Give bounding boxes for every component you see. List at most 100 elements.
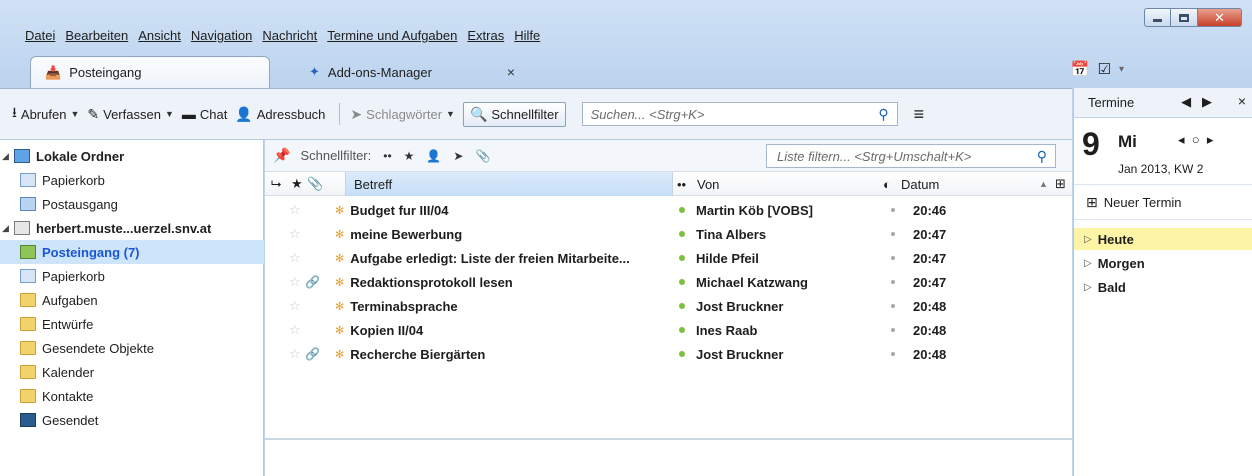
star-filter-icon[interactable]: ★ (404, 149, 415, 163)
junk-status-icon[interactable] (891, 352, 895, 356)
chevron-down-icon[interactable]: ▼ (165, 109, 174, 119)
unread-dot-icon[interactable] (679, 327, 685, 333)
read-column-icon[interactable]: •• (677, 172, 686, 196)
app-menu-icon[interactable]: ≡ (914, 104, 925, 125)
unread-dot-icon[interactable] (679, 279, 685, 285)
column-picker-icon[interactable]: ⊞ (1055, 172, 1066, 196)
table-row[interactable]: ☆ ✻ Aufgabe erledigt: Liste der freien Mit… (265, 246, 1072, 270)
tag-filter-icon[interactable]: ➤ (453, 149, 463, 163)
quick-filter-button[interactable]: 🔍 Schnellfilter (462, 101, 566, 127)
contact-filter-icon[interactable]: 👤 (426, 149, 441, 163)
star-icon[interactable]: ☆ (289, 198, 301, 222)
agenda-section-soon[interactable]: ▷ Bald (1074, 276, 1252, 298)
next-day-icon[interactable]: ▸ (1207, 132, 1214, 147)
address-book-button[interactable]: 👤 Adressbuch (235, 106, 325, 123)
previous-view-icon[interactable]: ◀ (1181, 94, 1191, 109)
table-row[interactable]: ☆ 🔗 ✻ Recherche Biergärten Jost Bruckner 20:4… (265, 342, 1072, 366)
star-icon[interactable]: ☆ (289, 342, 301, 366)
folder-item-tasks[interactable]: Aufgaben (0, 288, 264, 312)
today-icon[interactable]: ○ (1192, 132, 1200, 147)
close-icon[interactable]: × (1238, 93, 1246, 109)
search-icon[interactable]: ⚲ (878, 106, 888, 123)
junk-status-icon[interactable] (891, 256, 895, 260)
star-icon[interactable]: ☆ (289, 270, 301, 294)
chevron-down-icon[interactable]: ▾ (1119, 64, 1124, 78)
mail-account-icon (14, 221, 30, 235)
tags-button[interactable]: ➤ Schlagwörter ▼ (350, 106, 455, 123)
table-row[interactable]: ☆ 🔗 ✻ Redaktionsprotokoll lesen Michael Katz… (265, 270, 1072, 294)
folder-item-sent-items[interactable]: Gesendete Objekte (0, 336, 264, 360)
star-icon[interactable]: ☆ (289, 222, 301, 246)
unread-dot-icon[interactable] (679, 255, 685, 261)
menu-termine[interactable]: Termine und Aufgaben (322, 28, 462, 43)
date-column-header[interactable]: Datum (901, 172, 939, 196)
folder-item-outbox[interactable]: Postausgang (0, 192, 264, 216)
table-row[interactable]: ☆ ✻ meine Bewerbung Tina Albers 20:47 (265, 222, 1072, 246)
search-input[interactable]: Suchen... <Strg+K> ⚲ (581, 102, 898, 126)
subject-column-header[interactable]: Betreff (345, 172, 673, 196)
agenda-section-today[interactable]: ▷ Heute (1074, 228, 1252, 250)
chat-button[interactable]: ▬ Chat (182, 106, 227, 122)
twisty-icon[interactable]: ◢ (2, 151, 14, 162)
unread-dot-icon[interactable] (679, 303, 685, 309)
pin-icon[interactable]: 📌 (273, 147, 290, 164)
junk-column-icon[interactable]: ◐ (883, 172, 891, 196)
close-window-button[interactable]: ✕ (1198, 8, 1242, 27)
get-messages-button[interactable]: ⭳ Abrufen ▼ (12, 102, 79, 126)
menu-bearbeiten[interactable]: Bearbeiten (60, 28, 133, 43)
calendar-icon[interactable]: 📅 (1071, 60, 1090, 78)
from-column-header[interactable]: Von (697, 172, 719, 196)
unread-dot-icon[interactable] (679, 231, 685, 237)
junk-status-icon[interactable] (891, 208, 895, 212)
filter-list-input[interactable]: Liste filtern... <Strg+Umschalt+K> ⚲ (766, 144, 1056, 168)
button-label: Verfassen (103, 106, 161, 122)
preview-splitter[interactable] (265, 438, 1072, 440)
table-row[interactable]: ☆ ✻ Terminabsprache Jost Bruckner 20:48 (265, 294, 1072, 318)
junk-status-icon[interactable] (891, 328, 895, 332)
table-row[interactable]: ☆ ✻ Kopien II/04 Ines Raab 20:48 (265, 318, 1072, 342)
tab-posteingang[interactable]: 📥 Posteingang (30, 56, 270, 88)
folder-item-calendar[interactable]: Kalender (0, 360, 264, 384)
previous-day-icon[interactable]: ◂ (1178, 132, 1185, 147)
folder-item-sent[interactable]: Gesendet (0, 408, 264, 432)
junk-status-icon[interactable] (891, 280, 895, 284)
menu-ansicht[interactable]: Ansicht (133, 28, 186, 43)
menu-datei[interactable]: Datei (20, 28, 60, 43)
tasks-icon[interactable]: ☑ (1098, 60, 1111, 78)
star-column-icon[interactable]: ★ (291, 172, 303, 196)
attachment-column-icon[interactable]: 📎 (307, 172, 323, 196)
folder-item-drafts[interactable]: Entwürfe (0, 312, 264, 336)
folder-item-trash-account[interactable]: Papierkorb (0, 264, 264, 288)
folder-item-contacts[interactable]: Kontakte (0, 384, 264, 408)
tab-addons-manager[interactable]: ✦ Add-ons-Manager × (295, 56, 535, 88)
search-icon[interactable]: ⚲ (1037, 148, 1047, 165)
menu-nachricht[interactable]: Nachricht (257, 28, 322, 43)
junk-status-icon[interactable] (891, 304, 895, 308)
folder-item-inbox[interactable]: Posteingang (7) (0, 240, 264, 264)
star-icon[interactable]: ☆ (289, 318, 301, 342)
maximize-button[interactable] (1171, 8, 1198, 27)
folder-item-account[interactable]: ◢ herbert.muste...uerzel.snv.at (0, 216, 264, 240)
unread-filter-icon[interactable]: •• (383, 149, 391, 163)
unread-dot-icon[interactable] (679, 207, 685, 213)
chevron-down-icon[interactable]: ▼ (70, 109, 79, 119)
next-view-icon[interactable]: ▶ (1202, 94, 1212, 109)
junk-status-icon[interactable] (891, 232, 895, 236)
folder-item-local-folders[interactable]: ◢ Lokale Ordner (0, 144, 264, 168)
thread-column-icon[interactable]: ⮡ (271, 172, 281, 196)
folder-item-trash[interactable]: Papierkorb (0, 168, 264, 192)
minimize-button[interactable] (1144, 8, 1171, 27)
unread-dot-icon[interactable] (679, 351, 685, 357)
attachment-filter-icon[interactable]: 📎 (475, 149, 490, 163)
agenda-section-tomorrow[interactable]: ▷ Morgen (1074, 252, 1252, 274)
star-icon[interactable]: ☆ (289, 294, 301, 318)
menu-navigation[interactable]: Navigation (186, 28, 257, 43)
write-button[interactable]: ✎ Verfassen ▼ (87, 106, 173, 123)
menu-hilfe[interactable]: Hilfe (509, 28, 545, 43)
tab-close-button[interactable]: × (507, 64, 515, 80)
twisty-icon[interactable]: ◢ (2, 223, 14, 234)
new-event-button[interactable]: ⊞ Neuer Termin (1074, 184, 1252, 220)
table-row[interactable]: ☆ ✻ Budget fur III/04 Martin Köb [VOBS] 20:4… (265, 198, 1072, 222)
star-icon[interactable]: ☆ (289, 246, 301, 270)
menu-extras[interactable]: Extras (462, 28, 509, 43)
